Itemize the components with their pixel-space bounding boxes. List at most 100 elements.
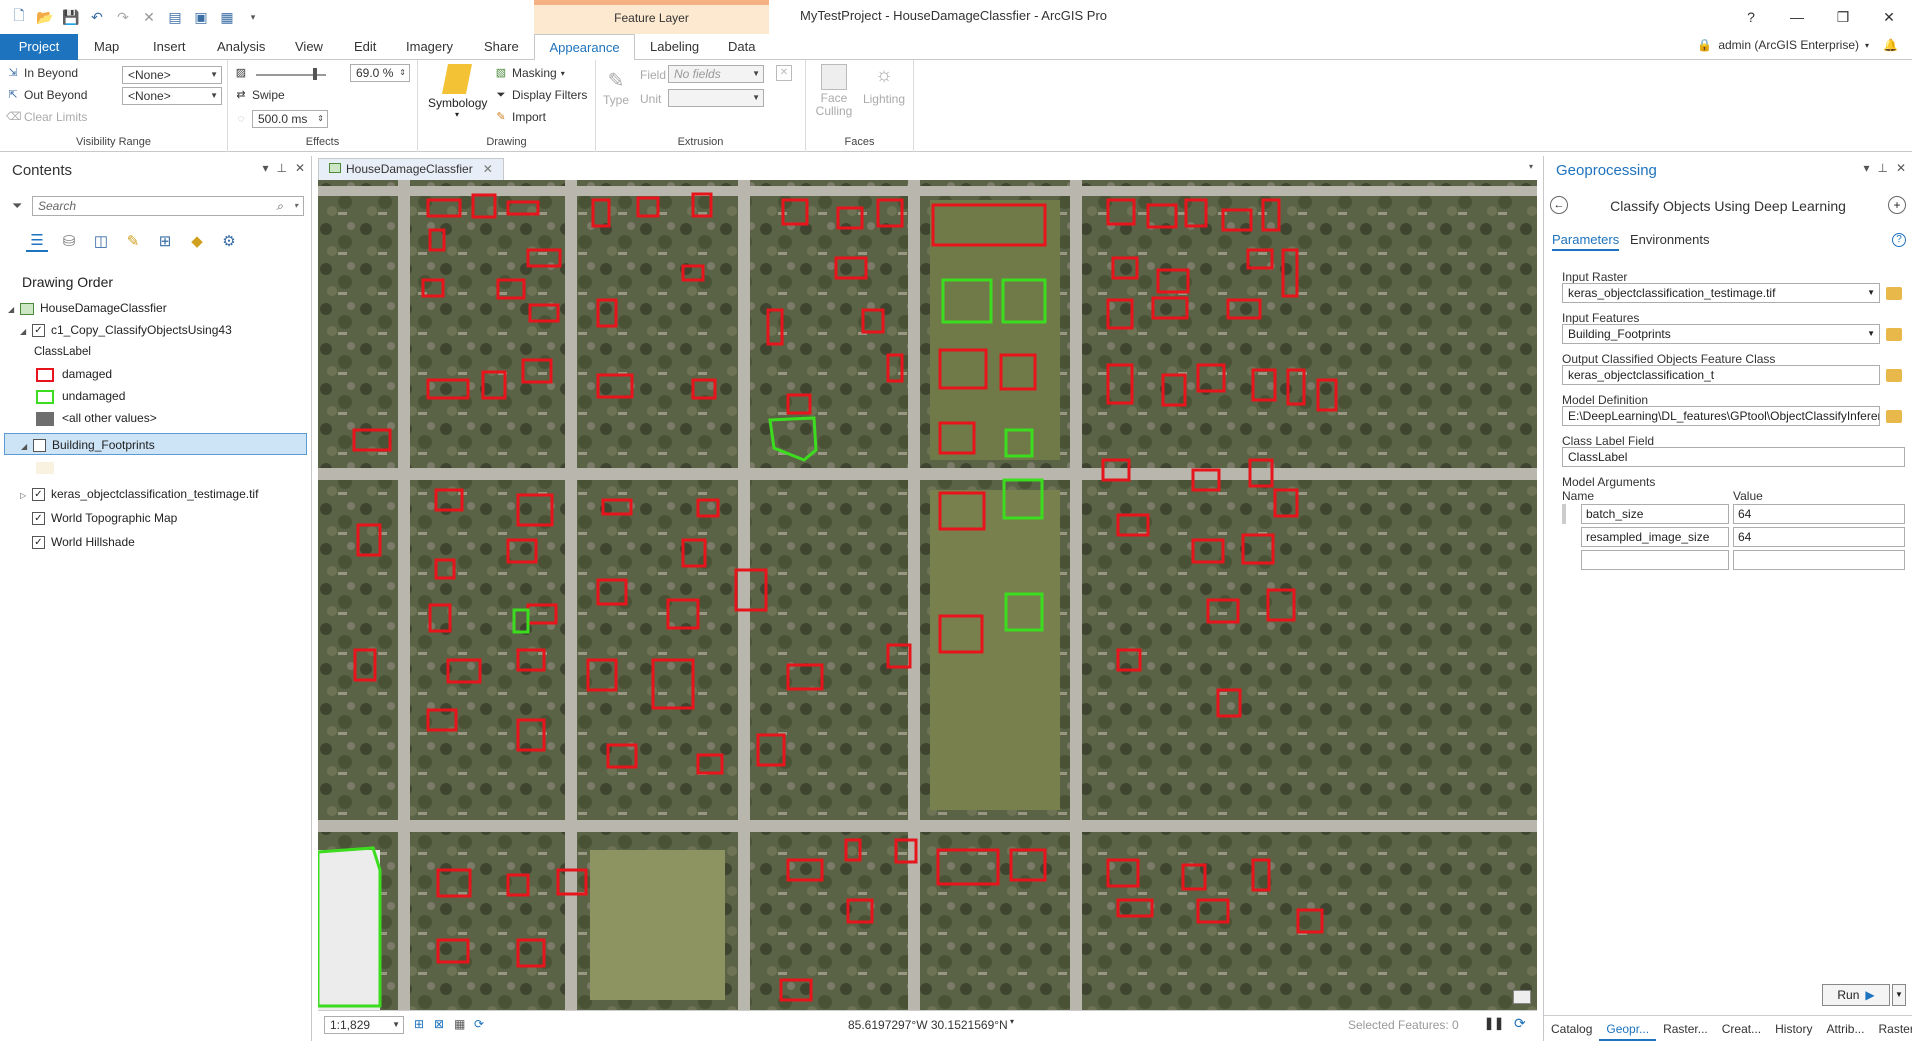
collapse-icon[interactable]: ◢ [8,299,20,321]
folder-icon[interactable] [1886,369,1902,382]
out-beyond-button[interactable]: ⇱ Out Beyond [6,88,87,102]
visibility-checkbox[interactable]: ✓ [32,488,45,502]
tab-raster-functions[interactable]: Raster... [1656,1016,1715,1041]
close-icon[interactable]: ✕ [483,162,493,176]
tab-geoprocessing[interactable]: Geopr... [1599,1016,1657,1041]
layer-node-building-footprints[interactable]: ◢ Building_Footprints [4,433,307,455]
filter-icon[interactable]: ⏷ [12,198,22,214]
tab-raster-2[interactable]: Raster... [1871,1016,1912,1041]
visibility-checkbox[interactable]: ✓ [32,512,45,526]
run-button[interactable]: Run ▶ [1822,984,1890,1006]
chat-icon[interactable] [1513,990,1531,1004]
out-beyond-scale-combo[interactable]: <None> ▼ [122,87,222,105]
display-filters-button[interactable]: ⏷ Display Filters [494,88,588,102]
lighting-button[interactable]: ☼ Lighting [860,64,908,106]
input-features-field[interactable]: Building_Footprints ▼ [1562,324,1880,344]
transparency-slider-thumb[interactable] [313,68,317,80]
visibility-checkbox[interactable]: ✓ [32,324,45,338]
in-beyond-scale-combo[interactable]: <None> ▼ [122,66,222,84]
map-view-tab[interactable]: HouseDamageClassfier ✕ [318,158,504,180]
contents-search-input[interactable]: Search ⌕ ▾ [32,196,304,216]
field-combo[interactable]: No fields ▼ [668,65,764,83]
arg-name-cell[interactable]: resampled_image_size [1581,527,1729,547]
arg-name-cell-empty[interactable] [1581,550,1729,570]
in-beyond-button[interactable]: ⇲ In Beyond [6,66,78,80]
options-icon[interactable]: ▾ [1863,161,1869,175]
pause-icon[interactable]: ❚❚ [1484,1016,1504,1030]
legend-item-other[interactable]: <all other values> [0,407,311,429]
window-layout-icon[interactable]: ▣ [190,7,212,27]
tab-project[interactable]: Project [0,34,78,60]
undo-icon[interactable]: ↶ [86,7,108,27]
minimize-button[interactable]: — [1774,0,1820,34]
list-by-drawing-order-icon[interactable]: ☰ [26,230,48,252]
chevron-down-icon[interactable]: ▾ [1529,162,1533,171]
tab-view[interactable]: View [283,34,335,60]
notification-icon[interactable]: 🔔 [1883,38,1898,52]
clear-limits-button[interactable]: ⌫ Clear Limits [6,110,87,124]
tab-labeling[interactable]: Labeling [638,34,711,60]
tab-parameters[interactable]: Parameters [1552,232,1620,251]
legend-item-damaged[interactable]: damaged [0,363,311,385]
list-by-snapping-icon[interactable]: ⊞ [154,230,176,252]
tab-create-features[interactable]: Creat... [1715,1016,1768,1041]
close-button[interactable]: ✕ [1866,0,1912,34]
visibility-checkbox[interactable] [33,439,46,453]
map-canvas[interactable] [318,180,1537,1010]
redo-icon[interactable]: ↷ [112,7,134,27]
folder-icon[interactable] [1886,410,1902,423]
tab-analysis[interactable]: Analysis [205,34,277,60]
unit-combo[interactable]: ▼ [668,89,764,107]
help-button[interactable]: ? [1728,0,1774,34]
list-by-labeling-icon[interactable]: ◆ [186,230,208,252]
list-by-selection-icon[interactable]: ◫ [90,230,112,252]
arg-value-cell[interactable]: 64 [1733,504,1905,524]
folder-icon[interactable] [1886,287,1902,300]
face-culling-button[interactable]: Face Culling [812,64,856,118]
fixed-zoom-icon[interactable]: ⊞ [414,1017,424,1031]
pin-icon[interactable]: ⊥ [1877,161,1887,175]
import-button[interactable]: ✎ Import [494,110,546,124]
cancel-icon[interactable]: ✕ [138,7,160,27]
transparency-input[interactable]: 69.0 % ⇕ [350,64,410,82]
model-definition-field[interactable]: E:\DeepLearning\DL_features\GPtool\Objec… [1562,406,1880,426]
list-by-perspective-icon[interactable]: ⚙ [218,230,240,252]
layer-node-raster[interactable]: ▷ ✓ keras_objectclassification_testimage.t… [0,483,311,505]
tab-imagery[interactable]: Imagery [394,34,465,60]
layer-node-topographic[interactable]: ✓ World Topographic Map [0,507,311,529]
tab-insert[interactable]: Insert [141,34,198,60]
tab-appearance[interactable]: Appearance [534,34,635,61]
masking-button[interactable]: ▧ Masking ▾ [494,66,565,80]
chevron-down-icon[interactable]: ▾ [1010,1017,1014,1026]
options-icon[interactable]: ▾ [262,161,268,175]
symbology-button[interactable]: Symbology ▾ [428,64,487,119]
arg-value-cell[interactable]: 64 [1733,527,1905,547]
pin-icon[interactable]: ⊥ [276,161,286,175]
customize-qat-icon[interactable]: ▾ [242,7,264,27]
class-label-field[interactable]: ClassLabel [1562,447,1905,467]
layer-node-classified[interactable]: ◢ ✓ c1_Copy_ClassifyObjectsUsing43 [0,319,311,341]
legend-item-undamaged[interactable]: undamaged [0,385,311,407]
flicker-rate-input[interactable]: 500.0 ms ⇕ [252,110,328,128]
refresh-icon[interactable]: ⟳ [1514,1015,1526,1032]
tab-attributes[interactable]: Attrib... [1819,1016,1871,1041]
run-options-button[interactable]: ▼ [1892,984,1906,1006]
help-icon[interactable]: ? [1892,233,1906,247]
folder-icon[interactable] [1886,328,1902,341]
list-by-editing-icon[interactable]: ✎ [122,230,144,252]
arg-value-cell-empty[interactable] [1733,550,1905,570]
close-icon[interactable]: ✕ [1896,161,1906,175]
input-raster-field[interactable]: keras_objectclassification_testimage.tif… [1562,283,1880,303]
expression-icon[interactable]: ✕ [776,65,792,81]
tab-map[interactable]: Map [82,34,131,60]
expand-icon[interactable]: ▷ [20,485,32,507]
arg-name-cell[interactable]: batch_size [1581,504,1729,524]
user-account[interactable]: 🔒 admin (ArcGIS Enterprise) ▾ 🔔 [1697,38,1898,52]
save-icon[interactable]: 💾 [60,7,82,27]
tab-history[interactable]: History [1768,1016,1819,1041]
snapping-icon[interactable]: ⊠ [434,1017,444,1031]
report-icon[interactable]: ▦ [216,7,238,27]
tab-data[interactable]: Data [716,34,767,60]
layer-node-hillshade[interactable]: ✓ World Hillshade [0,531,311,553]
row-handle[interactable] [1562,504,1566,524]
